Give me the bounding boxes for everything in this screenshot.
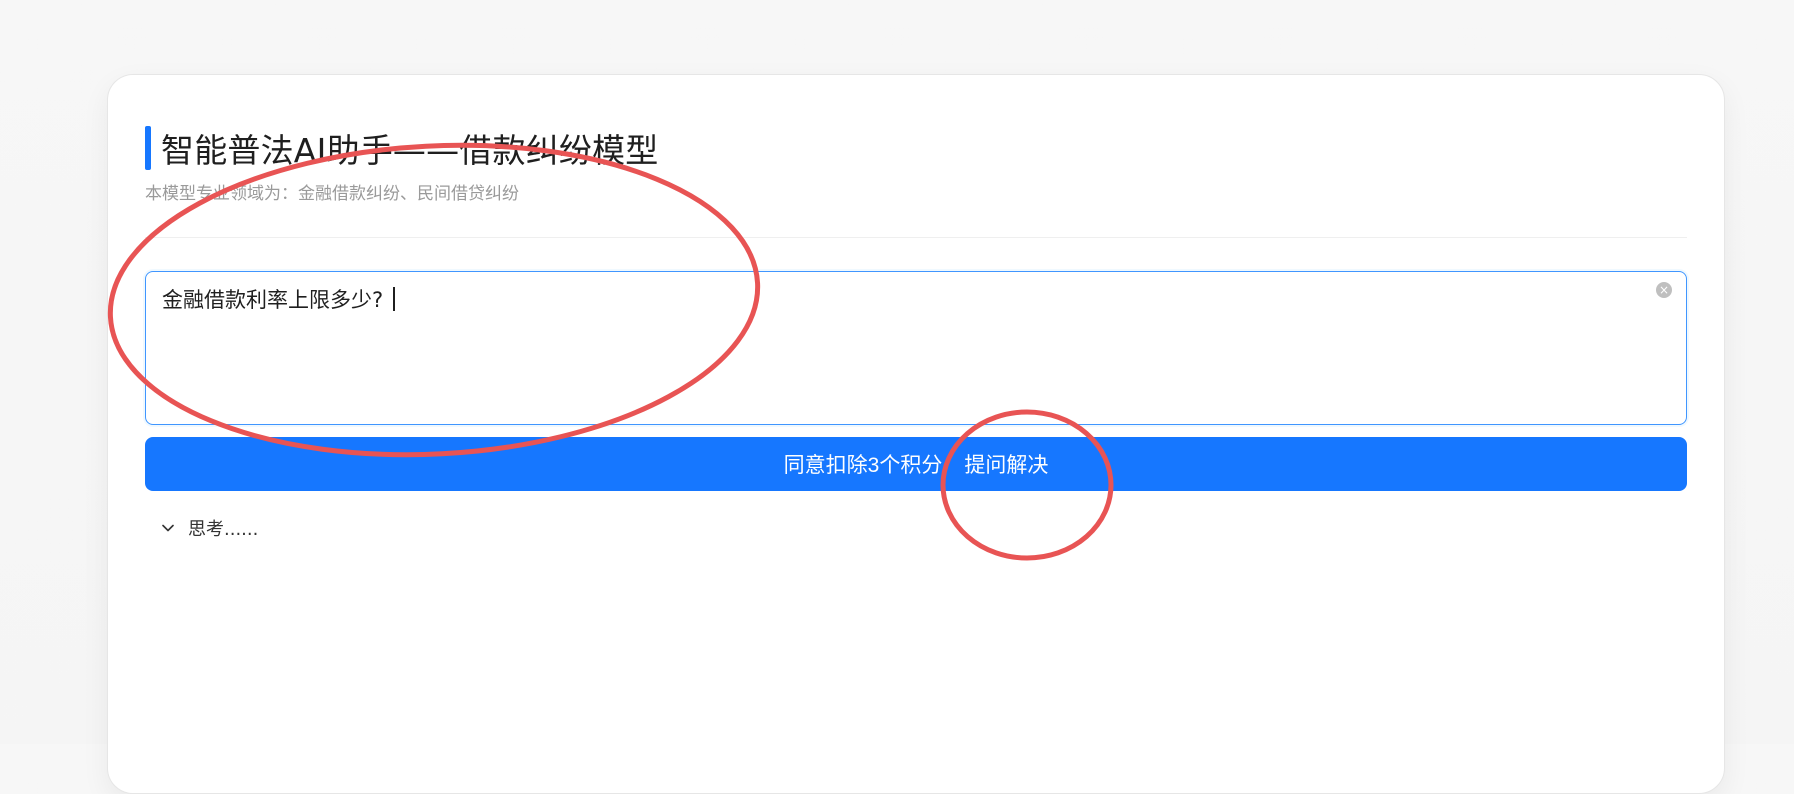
text-caret: [393, 287, 395, 311]
thinking-toggle[interactable]: 思考......: [162, 515, 258, 541]
thinking-label: 思考......: [188, 519, 259, 540]
title-accent-bar: [145, 126, 151, 170]
page-title-block: 智能普法AI助手——借款纠纷模型: [145, 126, 659, 170]
page-title: 智能普法AI助手——借款纠纷模型: [161, 131, 659, 170]
submit-label-part1: 同意扣除3个积分: [783, 454, 943, 477]
clear-circle-icon[interactable]: ×: [1656, 282, 1672, 298]
submit-question-button[interactable]: 同意扣除3个积分 提问解决: [145, 437, 1687, 491]
page-subtitle: 本模型专业领域为：金融借款纠纷、民间借贷纠纷: [145, 184, 519, 204]
divider: [145, 237, 1687, 238]
question-text: 金融借款利率上限多少?: [162, 288, 384, 312]
chevron-down-icon: [162, 524, 174, 532]
question-input-value: 金融借款利率上限多少?: [162, 284, 395, 314]
submit-label-part2: 提问解决: [964, 454, 1049, 477]
question-textarea[interactable]: 金融借款利率上限多少? ×: [145, 271, 1687, 425]
assistant-card: 智能普法AI助手——借款纠纷模型 本模型专业领域为：金融借款纠纷、民间借贷纠纷 …: [107, 74, 1725, 794]
